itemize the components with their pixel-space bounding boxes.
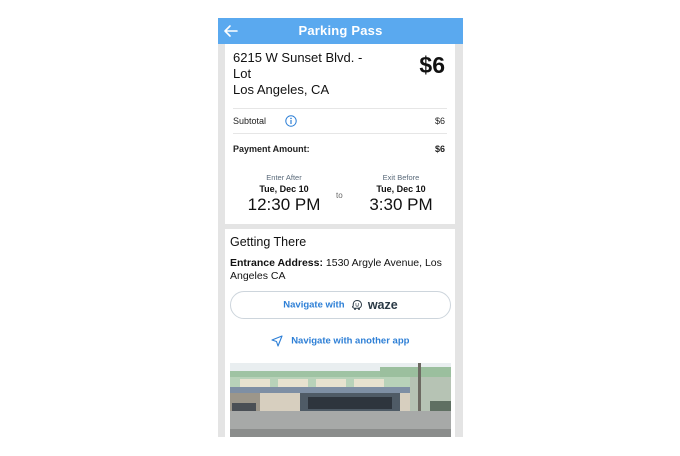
subtotal-value: $6: [434, 116, 445, 126]
address-line-2: Los Angeles, CA: [233, 82, 330, 97]
page-title: Parking Pass: [298, 23, 383, 38]
waze-icon: [352, 299, 363, 310]
summary-card: 6215 W Sunset Blvd. - Lot Los Angeles, C…: [225, 44, 455, 224]
payment-value: $6: [434, 144, 445, 154]
exit-before-caption: Exit Before: [382, 173, 420, 182]
phone-screen: Parking Pass 6215 W Sunset Blvd. - Lot L…: [218, 18, 463, 437]
enter-after-caption: Enter After: [266, 173, 302, 182]
waze-button-label: Navigate with: [283, 299, 345, 311]
info-icon[interactable]: [285, 115, 297, 127]
enter-date: Tue, Dec 10: [259, 184, 309, 194]
price: $6: [419, 52, 445, 78]
navigate-other-app-label: Navigate with another app: [291, 335, 410, 347]
lot-address: 6215 W Sunset Blvd. - Lot Los Angeles, C…: [233, 50, 383, 98]
section-title: Getting There: [230, 235, 307, 249]
navigation-arrow-icon: [270, 335, 283, 347]
exit-time: 3:30 PM: [369, 195, 433, 214]
payment-label: Payment Amount:: [233, 144, 310, 154]
divider: [233, 108, 447, 109]
to-label: to: [336, 191, 343, 200]
subtotal-label: Subtotal: [233, 116, 267, 126]
waze-button-content: Navigate with waze: [231, 298, 450, 312]
enter-after-block: Enter After Tue, Dec 10 12:30 PM: [239, 173, 329, 215]
navigate-other-app-link[interactable]: Navigate with another app: [225, 335, 455, 347]
waze-logo-text: waze: [367, 298, 398, 312]
address-line-1: 6215 W Sunset Blvd. - Lot: [233, 50, 363, 81]
navigate-waze-button[interactable]: Navigate with waze: [230, 291, 451, 319]
exit-date: Tue, Dec 10: [376, 184, 426, 194]
lot-entrance-photo: [230, 363, 451, 437]
header-bar: Parking Pass: [218, 18, 463, 44]
enter-time: 12:30 PM: [247, 195, 321, 214]
entrance-label: Entrance Address:: [230, 257, 323, 269]
getting-there-card: Getting There Entrance Address: 1530 Arg…: [225, 229, 455, 437]
divider: [233, 133, 447, 134]
entrance-address: Entrance Address: 1530 Argyle Avenue, Lo…: [230, 257, 452, 283]
exit-before-block: Exit Before Tue, Dec 10 3:30 PM: [356, 173, 446, 215]
